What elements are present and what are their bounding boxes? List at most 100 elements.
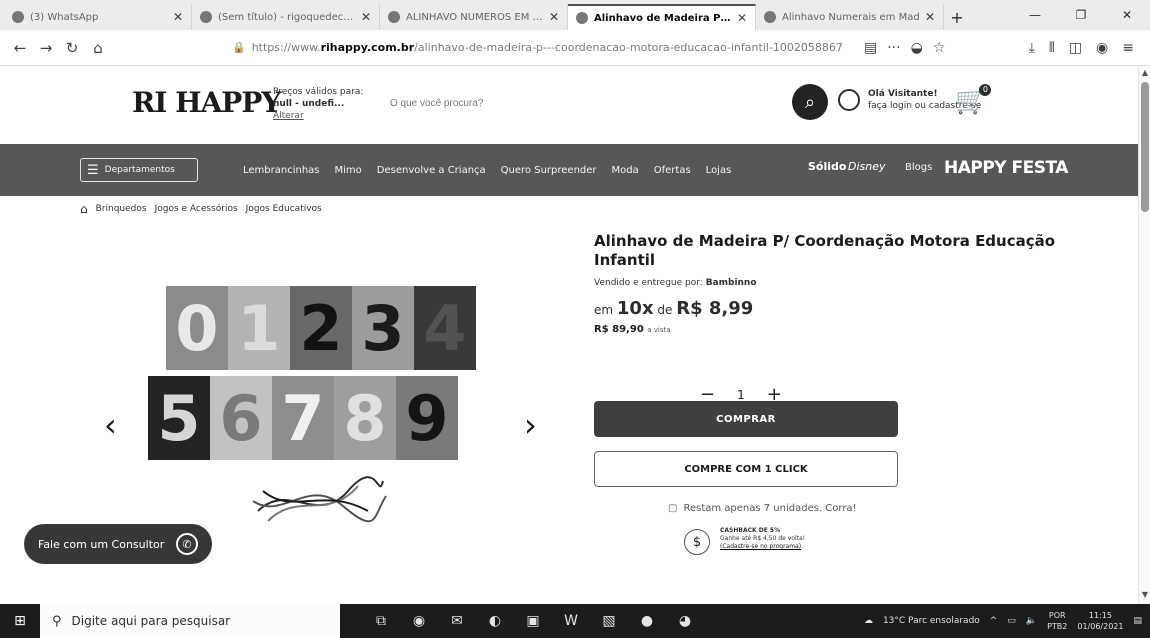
menu-item-lojas[interactable]: Lojas [706,165,732,176]
downloads-icon[interactable]: ⤓ [1029,40,1035,56]
browser-tab[interactable]: Alinhavo Numerais em Mad ✕ [756,4,944,30]
digit: 8 [343,381,387,455]
windows-taskbar: ⊞ ⚲ Digite aqui para pesquisar ⧉ ◉ ✉ ◐ ▣… [0,604,1150,638]
cashback-description: Ganhe até R$ 4,50 de volta! [720,535,806,542]
gallery-prev-icon[interactable]: ‹ [104,406,117,444]
chat-label: Fale com um Consultor [38,537,165,551]
breadcrumb-item[interactable]: Jogos Educativos [246,204,322,214]
notifications-icon[interactable]: ▤ [1133,616,1142,626]
search-icon: ⚲ [52,613,62,629]
pocket-icon[interactable]: ◒ [911,40,923,56]
digit: 2 [299,291,343,365]
back-icon[interactable]: ← [8,36,32,60]
menu-item-desenvolve[interactable]: Desenvolve a Criança [377,165,486,176]
language-indicator[interactable]: POR PTB2 [1047,610,1067,632]
search-icon[interactable]: ⌕ [792,84,828,120]
cart-icon[interactable]: 🛒 0 [955,84,992,116]
menu-item-ofertas[interactable]: Ofertas [654,165,691,176]
seller-label: Vendido e entregue por: [594,278,703,288]
bookmark-star-icon[interactable]: ☆ [933,40,946,56]
new-tab-button[interactable]: + [944,4,970,30]
firefox-icon[interactable]: ◕ [674,610,696,632]
library-icon[interactable]: ⫴ [1049,40,1055,56]
breadcrumb-item[interactable]: Jogos e Acessórios [155,204,238,214]
close-tab-icon[interactable]: ✕ [737,11,747,25]
site-logo[interactable]: RI HAPPY [132,86,281,119]
tab-title: (Sem título) - rigoquedec@u... [218,11,357,23]
windows-start-icon[interactable]: ⊞ [0,604,40,638]
price-region-change-link[interactable]: Alterar [273,111,304,121]
volume-icon[interactable]: 🔈 [1026,616,1037,626]
scrollbar-thumb[interactable] [1141,82,1149,212]
cash-price-suffix: a vista [647,326,671,334]
product-image[interactable]: 0 1 2 3 4 5 6 7 8 9 [148,286,478,531]
close-window-icon[interactable]: ✕ [1104,0,1150,30]
quantity-value[interactable]: 1 [737,388,745,402]
reader-view-icon[interactable]: ▤ [864,40,877,56]
chrome-icon[interactable]: ◉ [408,610,430,632]
scroll-down-icon[interactable]: ▼ [1139,590,1150,602]
page-scrollbar[interactable]: ▲ ▼ [1138,66,1150,604]
menu-icon[interactable]: ≡ [1122,40,1134,56]
reload-icon[interactable]: ↻ [60,36,84,60]
price-region-label: Preços válidos para: [273,87,364,97]
chrome-alt-icon[interactable]: ● [636,610,658,632]
weather-text[interactable]: 13°C Parc ensolarado [883,616,980,626]
installment-value: R$ 8,99 [676,298,754,319]
buy-button[interactable]: COMPRAR [594,401,898,437]
word-icon[interactable]: W [560,610,582,632]
browser-tab[interactable]: ALINHAVO NÚMEROS EM MDF ✕ [380,4,568,30]
photos-icon[interactable]: ▧ [598,610,620,632]
browser-tools: ⤓ ⫴ ◫ ◉ ≡ [1029,40,1142,56]
tray-expand-icon[interactable]: ^ [990,616,998,626]
address-bar[interactable]: 🔒 https://www. rihappy.com.br/alinhavo-de… [232,35,852,61]
more-actions-icon[interactable]: ··· [887,40,900,56]
browser-tab-active[interactable]: Alinhavo de Madeira P/ Coorde ✕ [568,4,756,30]
one-click-buy-button[interactable]: COMPRE COM 1 CLICK [594,451,898,487]
happy-festa-link[interactable]: HAPPY FESTA [944,158,1068,178]
sidebar-icon[interactable]: ◫ [1069,40,1082,56]
network-icon[interactable]: ▭ [1007,616,1016,626]
digit-card: 2 [290,286,352,370]
task-view-icon[interactable]: ⧉ [370,610,392,632]
browser-tab[interactable]: (3) WhatsApp ✕ [4,4,192,30]
weather-icon[interactable]: ☁ [864,616,873,626]
whatsapp-icon: ✆ [176,533,198,555]
taskbar-search[interactable]: ⚲ Digite aqui para pesquisar [40,604,340,638]
edge-icon[interactable]: ◐ [484,610,506,632]
extension-icon[interactable]: ◉ [1096,40,1108,56]
cashback-signup-link[interactable]: (Cadastre-se no programa) [720,543,801,550]
scroll-up-icon[interactable]: ▲ [1139,68,1150,80]
menu-item-mimo[interactable]: Mimo [335,165,362,176]
mail-icon[interactable]: ✉ [446,610,468,632]
consultant-chat-button[interactable]: Fale com um Consultor ✆ [24,524,212,564]
breadcrumb-item[interactable]: Brinquedos [96,204,147,214]
home-icon[interactable]: ⌂ [80,202,88,216]
forward-icon[interactable]: → [34,36,58,60]
store-icon[interactable]: ▣ [522,610,544,632]
maximize-icon[interactable]: ❐ [1058,0,1104,30]
home-icon[interactable]: ⌂ [86,36,110,60]
clock-time: 11:15 [1088,611,1112,620]
clock[interactable]: 11:15 01/06/2021 [1077,610,1123,632]
browser-tab[interactable]: (Sem título) - rigoquedec@u... ✕ [192,4,380,30]
close-tab-icon[interactable]: ✕ [925,10,935,24]
menu-item-moda[interactable]: Moda [612,165,639,176]
menu-item-surpreender[interactable]: Quero Surpreender [501,165,597,176]
close-tab-icon[interactable]: ✕ [549,10,559,24]
digit-card: 1 [228,286,290,370]
tab-favicon-icon [764,11,776,23]
gallery-next-icon[interactable]: › [524,406,537,444]
menu-item-lembrancinhas[interactable]: Lembrancinhas [243,165,320,176]
close-tab-icon[interactable]: ✕ [173,10,183,24]
search-input[interactable] [384,92,804,116]
minimize-icon[interactable]: — [1012,0,1058,30]
cash-price: R$ 89,90 a vista [594,324,671,335]
departments-button[interactable]: ☰ Departamentos [80,158,198,182]
brand-solido-link[interactable]: Sólido [808,160,846,173]
brand-disney-link[interactable]: Disney [848,160,886,173]
blogs-link[interactable]: Blogs [905,162,932,173]
tab-title: ALINHAVO NÚMEROS EM MDF [406,11,545,23]
seller-name[interactable]: Bambinno [706,278,757,288]
close-tab-icon[interactable]: ✕ [361,10,371,24]
